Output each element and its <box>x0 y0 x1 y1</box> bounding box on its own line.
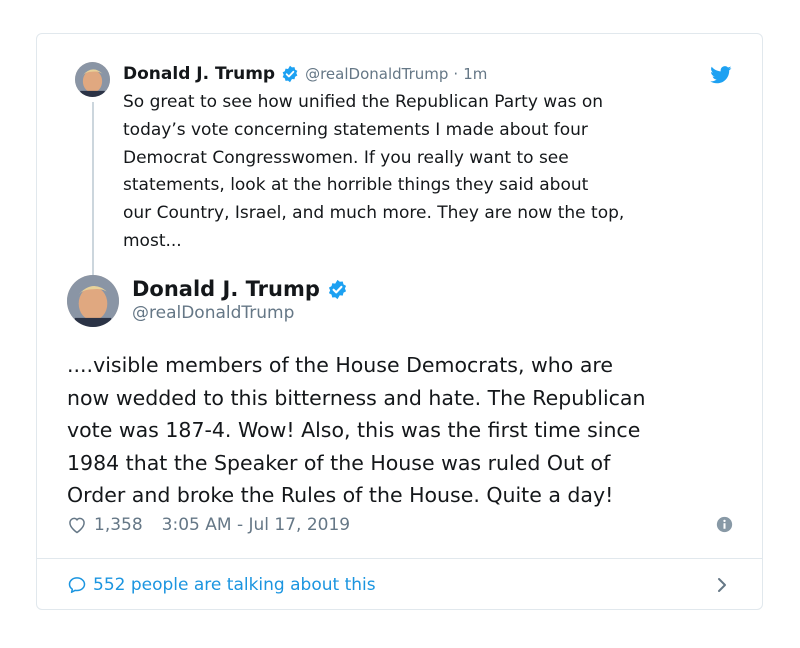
author-handle[interactable]: @realDonaldTrump <box>132 303 348 323</box>
verified-badge-icon <box>328 279 346 299</box>
thread-line <box>92 102 94 297</box>
likes-count[interactable]: 1,358 <box>94 515 143 535</box>
main-tweet-header: Donald J. Trump @realDonaldTrump <box>132 277 348 323</box>
avatar[interactable] <box>75 62 110 97</box>
talking-count-label[interactable]: 552 people are talking about this <box>93 575 376 595</box>
chevron-right-icon[interactable] <box>715 576 729 594</box>
speech-bubble-icon <box>68 577 86 593</box>
parent-tweet-text: So great to see how unified the Republic… <box>123 92 625 251</box>
conversation-link[interactable]: 552 people are talking about this <box>67 559 733 611</box>
author-handle[interactable]: @realDonaldTrump <box>305 65 448 83</box>
avatar[interactable] <box>67 275 119 327</box>
main-tweet-text: ....visible members of the House Democra… <box>67 353 646 508</box>
author-name[interactable]: Donald J. Trump <box>132 277 320 301</box>
tweet-timestamp[interactable]: 3:05 AM - Jul 17, 2019 <box>162 515 350 535</box>
tweet-embed-card: Donald J. Trump @realDonaldTrump · 1m So… <box>36 33 763 610</box>
tweet-meta-row: 1,358 3:05 AM - Jul 17, 2019 <box>67 512 733 538</box>
author-name[interactable]: Donald J. Trump <box>123 64 275 84</box>
verified-badge-icon <box>282 65 298 83</box>
heart-icon[interactable] <box>67 515 87 535</box>
separator-dot: · <box>453 65 459 83</box>
info-icon[interactable] <box>716 516 733 533</box>
tweet-time[interactable]: 1m <box>463 65 487 83</box>
parent-tweet-header: Donald J. Trump @realDonaldTrump · 1m <box>123 63 487 85</box>
twitter-bird-icon[interactable] <box>710 66 732 84</box>
